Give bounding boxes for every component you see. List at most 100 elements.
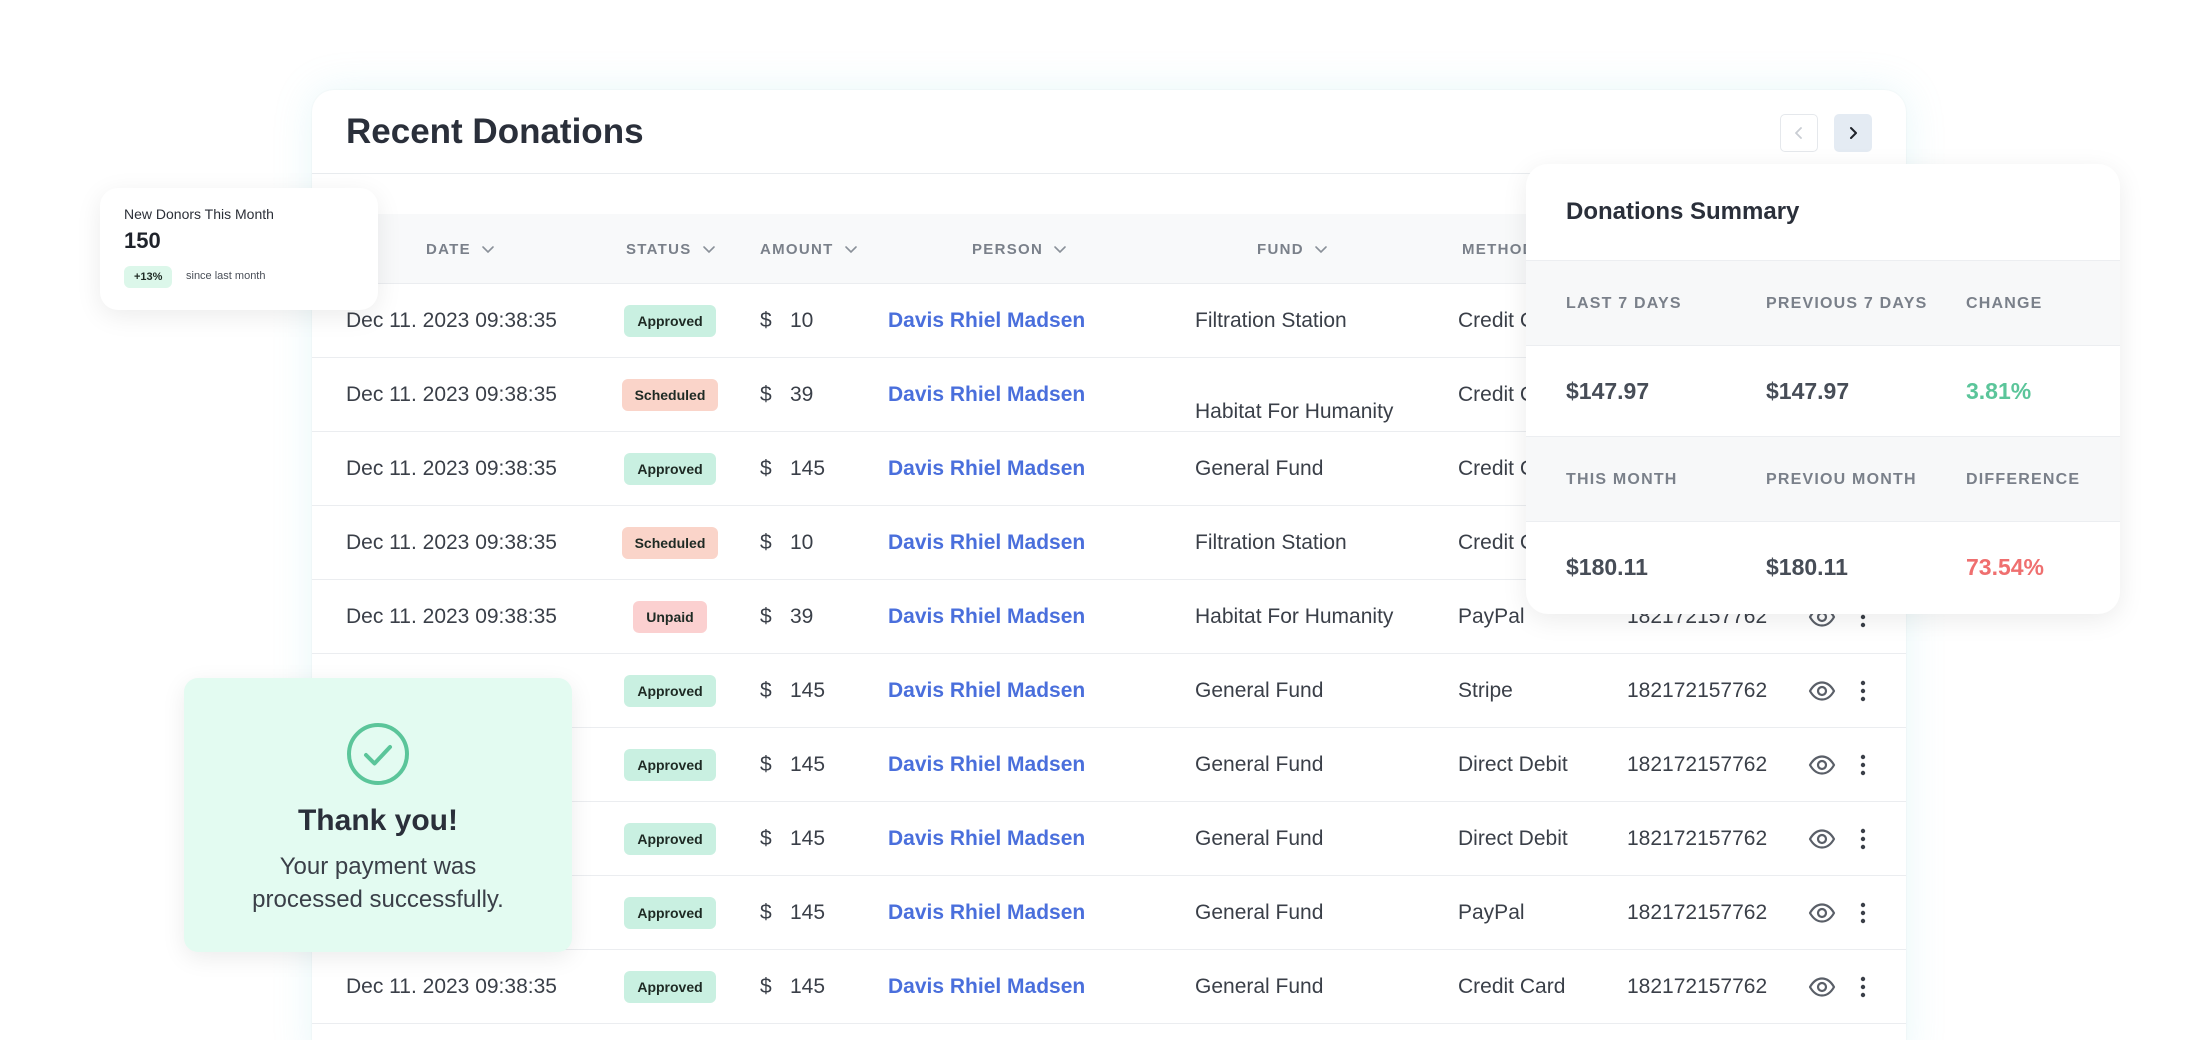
status-cell: Scheduled xyxy=(612,358,728,432)
more-options-button[interactable] xyxy=(1859,876,1867,950)
donation-date: Dec 11. 2023 09:38:35 xyxy=(346,457,557,480)
donation-amount: 145 xyxy=(790,679,826,702)
summary-this-month-value: $180.11 xyxy=(1566,554,1648,580)
payment-method: PayPal xyxy=(1458,901,1525,924)
view-button[interactable] xyxy=(1808,654,1836,728)
currency-symbol: $ xyxy=(760,827,772,850)
more-options-button[interactable] xyxy=(1859,654,1867,728)
column-header-method[interactable]: METHOD xyxy=(1462,214,1535,284)
currency-symbol: $ xyxy=(760,679,772,702)
payment-method: Credit Card xyxy=(1458,975,1566,998)
summary-label: CHANGE xyxy=(1966,295,2043,312)
reference-number: 182172157762 xyxy=(1627,975,1768,998)
view-button[interactable] xyxy=(1808,728,1836,802)
chevron-down-icon xyxy=(844,245,857,253)
card-header: Recent Donations xyxy=(312,90,1906,174)
status-cell: Approved xyxy=(612,654,728,728)
payment-method: Direct Debit xyxy=(1458,753,1568,776)
fund-name: General Fund xyxy=(1195,827,1324,850)
summary-previous-month-value: $180.11 xyxy=(1766,554,1848,580)
summary-month-labels-row: THIS MONTH PREVIOU MONTH DIFFERENCE xyxy=(1526,436,2120,522)
status-cell: Scheduled xyxy=(612,506,728,580)
column-header-status[interactable]: STATUS xyxy=(626,214,716,284)
fund-name: Habitat For Humanity xyxy=(1195,605,1394,628)
donation-date: Dec 11. 2023 09:38:35 xyxy=(346,531,557,554)
more-options-button[interactable] xyxy=(1859,802,1867,876)
donation-amount: 145 xyxy=(790,975,826,998)
chevron-down-icon xyxy=(702,245,715,253)
more-vertical-icon xyxy=(1860,828,1866,850)
more-options-button[interactable] xyxy=(1859,950,1867,1024)
donation-amount: 10 xyxy=(790,531,814,554)
more-vertical-icon xyxy=(1860,754,1866,776)
person-link[interactable]: Davis Rhiel Madsen xyxy=(888,728,1085,802)
donations-summary-card: Donations Summary LAST 7 DAYS PREVIOUS 7… xyxy=(1526,164,2120,614)
success-title: Thank you! xyxy=(297,804,458,837)
currency-symbol: $ xyxy=(760,531,772,554)
person-link[interactable]: Davis Rhiel Madsen xyxy=(888,876,1085,950)
donation-amount: 39 xyxy=(790,383,814,406)
more-vertical-icon xyxy=(1860,902,1866,924)
person-link[interactable]: Davis Rhiel Madsen xyxy=(888,432,1085,506)
status-cell: Approved xyxy=(612,876,728,950)
eye-icon xyxy=(1808,903,1836,923)
summary-previous-7-days-value: $147.97 xyxy=(1766,378,1850,404)
view-button[interactable] xyxy=(1808,876,1836,950)
person-link[interactable]: Davis Rhiel Madsen xyxy=(888,580,1085,654)
person-link[interactable]: Davis Rhiel Madsen xyxy=(888,358,1085,432)
eye-icon xyxy=(1808,829,1836,849)
currency-symbol: $ xyxy=(760,309,772,332)
status-badge: Scheduled xyxy=(621,379,719,411)
column-header-date[interactable]: DATE xyxy=(426,214,495,284)
previous-page-button[interactable] xyxy=(1780,114,1818,152)
summary-label: PREVIOUS 7 DAYS xyxy=(1766,295,1928,312)
new-donors-title: New Donors This Month xyxy=(124,206,274,222)
view-button[interactable] xyxy=(1808,802,1836,876)
column-header-fund[interactable]: FUND xyxy=(1257,214,1328,284)
summary-label: DIFFERENCE xyxy=(1966,471,2081,488)
person-link[interactable]: Davis Rhiel Madsen xyxy=(888,284,1085,358)
person-link[interactable]: Davis Rhiel Madsen xyxy=(888,506,1085,580)
person-link[interactable]: Davis Rhiel Madsen xyxy=(888,950,1085,1024)
more-vertical-icon xyxy=(1860,976,1866,998)
fund-name: General Fund xyxy=(1195,679,1324,702)
donation-amount: 10 xyxy=(790,309,814,332)
more-vertical-icon xyxy=(1860,680,1866,702)
payment-method: Direct Debit xyxy=(1458,827,1568,850)
chevron-right-icon xyxy=(1850,127,1857,139)
reference-number: 182172157762 xyxy=(1627,679,1768,702)
summary-change-value: 3.81% xyxy=(1966,378,2032,404)
status-cell: Approved xyxy=(612,802,728,876)
column-header-label: DATE xyxy=(426,240,471,258)
new-donors-card: New Donors This Month 150 +13% since las… xyxy=(100,188,378,310)
status-cell: Approved xyxy=(612,950,728,1024)
donation-amount: 39 xyxy=(790,605,814,628)
status-badge: Approved xyxy=(624,823,716,855)
fund-name: General Fund xyxy=(1195,753,1324,776)
column-header-label: AMOUNT xyxy=(760,240,834,258)
donation-amount: 145 xyxy=(790,827,826,850)
fund-name: Filtration Station xyxy=(1195,309,1347,332)
person-link[interactable]: Davis Rhiel Madsen xyxy=(888,654,1085,728)
reference-number: 182172157762 xyxy=(1627,827,1768,850)
status-cell: Unpaid xyxy=(612,580,728,654)
check-circle-icon xyxy=(347,723,409,785)
payment-method: PayPal xyxy=(1458,605,1525,628)
fund-name: Filtration Station xyxy=(1195,531,1347,554)
column-header-label: FUND xyxy=(1257,240,1304,258)
currency-symbol: $ xyxy=(760,605,772,628)
donation-date: Dec 11. 2023 09:38:35 xyxy=(346,605,557,628)
column-header-amount[interactable]: AMOUNT xyxy=(760,214,858,284)
status-cell: Approved xyxy=(612,284,728,358)
view-button[interactable] xyxy=(1808,950,1836,1024)
status-badge: Unpaid xyxy=(633,601,707,633)
status-badge: Approved xyxy=(624,305,716,337)
new-donors-since: since last month xyxy=(186,270,266,282)
column-header-person[interactable]: PERSON xyxy=(972,214,1067,284)
next-page-button[interactable] xyxy=(1834,114,1872,152)
more-options-button[interactable] xyxy=(1859,728,1867,802)
summary-title: Donations Summary xyxy=(1566,198,1800,225)
person-link[interactable]: Davis Rhiel Madsen xyxy=(888,802,1085,876)
summary-label: PREVIOU MONTH xyxy=(1766,471,1917,488)
eye-icon xyxy=(1808,977,1836,997)
